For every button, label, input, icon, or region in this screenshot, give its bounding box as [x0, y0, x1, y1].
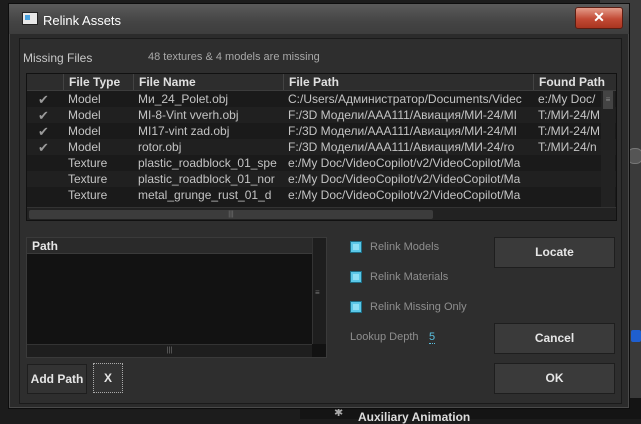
cell-name: metal_grunge_rust_01_d — [138, 188, 272, 202]
column-header-file-path[interactable]: File Path — [283, 74, 533, 90]
relink-missing-only-label: Relink Missing Only — [370, 301, 467, 313]
cell-name: MI17-vint zad.obj — [138, 124, 230, 138]
auxiliary-animation-label: Auxiliary Animation — [358, 410, 471, 424]
missing-files-title: Missing Files — [23, 51, 93, 65]
cell-path: C:/Users/Администратор/Documents/Videc — [288, 92, 522, 106]
relink-models-checkbox[interactable] — [350, 241, 362, 253]
cell-name: rotor.obj — [138, 140, 182, 154]
cell-type: Texture — [68, 188, 108, 202]
cell-path: e:/My Doc/VideoCopilot/v2/VideoCopilot/M… — [288, 156, 521, 170]
cell-found-path — [533, 155, 601, 171]
table-horizontal-scrollbar[interactable]: ||| — [27, 207, 616, 220]
cell-found-path: e:/My Doc/ — [538, 92, 596, 106]
table-row[interactable]: ✔ Model rotor.obj F:/3D Модели/ААА111/Авиац… — [27, 139, 616, 155]
cell-name: plastic_roadblock_01_nor — [138, 172, 275, 186]
table-row[interactable]: ✔ Model MI-8-Vint vverh.obj F:/3D Модели/АА… — [27, 107, 616, 123]
cell-found-path — [533, 171, 601, 187]
cell-path: F:/3D Модели/ААА111/Авиация/МИ-24/МI — [288, 108, 517, 122]
cell-path: F:/3D Модели/ААА111/Авиация/МИ-24/МI — [288, 124, 517, 138]
relink-missing-only-checkbox[interactable] — [350, 301, 362, 313]
window-icon — [22, 12, 38, 25]
table-row[interactable]: Texture metal_grunge_rust_01_d e:/My Doc/V… — [27, 187, 616, 203]
path-list-header[interactable]: Path — [27, 238, 312, 254]
path-list[interactable]: Path ≡ ||| — [26, 237, 327, 358]
checkmark-icon: ✔ — [38, 108, 49, 123]
cell-path: e:/My Doc/VideoCopilot/v2/VideoCopilot/M… — [288, 188, 521, 202]
relink-models-label: Relink Models — [370, 241, 440, 253]
table-horizontal-scroll-thumb[interactable]: ||| — [29, 210, 433, 219]
column-header-status[interactable] — [27, 74, 63, 90]
cell-found-path: T:/МИ-24/M — [538, 124, 600, 138]
cell-found-path: T:/МИ-24/M — [538, 108, 600, 122]
column-header-file-name[interactable]: File Name — [133, 74, 283, 90]
lookup-depth-input[interactable]: 5 — [429, 331, 436, 344]
cell-name: MI-8-Vint vverh.obj — [138, 108, 239, 122]
column-header-file-type[interactable]: File Type — [63, 74, 133, 90]
column-header-found-path[interactable]: Found Path — [533, 74, 616, 90]
relink-materials-checkbox[interactable] — [350, 271, 362, 283]
background-blue-icon — [631, 330, 641, 342]
cell-type: Model — [68, 140, 101, 154]
cancel-button[interactable]: Cancel — [494, 323, 615, 354]
remove-path-button[interactable]: X — [93, 363, 123, 393]
missing-count-note: 48 textures & 4 models are missing — [148, 51, 320, 63]
table-row[interactable]: ✔ Model MI17-vint zad.obj F:/3D Модели/ААА1… — [27, 123, 616, 139]
close-button[interactable]: ✕ — [575, 7, 623, 29]
cell-type: Texture — [68, 156, 108, 170]
cell-path: e:/My Doc/VideoCopilot/v2/VideoCopilot/M… — [288, 172, 521, 186]
table-row[interactable]: Texture plastic_roadblock_01_nor e:/My Doc… — [27, 171, 616, 187]
cell-type: Model — [68, 108, 101, 122]
cell-name: Ми_24_Polet.obj — [138, 92, 229, 106]
table-row[interactable]: Texture plastic_roadblock_01_spe e:/My Doc… — [27, 155, 616, 171]
cell-found-path: T:/МИ-24/n — [538, 140, 597, 154]
cell-path: F:/3D Модели/ААА111/Авиация/МИ-24/ro — [288, 140, 515, 154]
path-list-horizontal-scrollbar[interactable]: ||| — [27, 344, 312, 357]
path-list-vertical-scrollbar[interactable]: ≡ — [312, 238, 326, 344]
cell-type: Texture — [68, 172, 108, 186]
ok-button[interactable]: OK — [494, 363, 615, 394]
checkmark-icon: ✔ — [38, 140, 49, 155]
cell-found-path — [533, 187, 601, 203]
window-title: Relink Assets — [43, 13, 122, 28]
cell-type: Model — [68, 92, 101, 106]
add-path-button[interactable]: Add Path — [27, 364, 87, 394]
cell-name: plastic_roadblock_01_spe — [138, 156, 277, 170]
table-vertical-scroll-thumb[interactable]: ≡ — [603, 91, 613, 109]
checkmark-icon: ✔ — [38, 124, 49, 139]
relink-materials-label: Relink Materials — [370, 271, 449, 283]
checkmark-icon: ✔ — [38, 92, 49, 107]
table-vertical-scrollbar[interactable]: ≡ — [601, 91, 615, 207]
cell-type: Model — [68, 124, 101, 138]
missing-files-table: File Type File Name File Path Found Path… — [26, 73, 617, 221]
title-bar[interactable]: Relink Assets ✕ — [9, 4, 629, 34]
lookup-depth-label: Lookup Depth — [350, 331, 419, 343]
locate-button[interactable]: Locate — [494, 237, 615, 268]
table-row[interactable]: ✔ Model Ми_24_Polet.obj C:/Users/Администра… — [27, 91, 616, 107]
table-header: File Type File Name File Path Found Path — [27, 74, 616, 91]
